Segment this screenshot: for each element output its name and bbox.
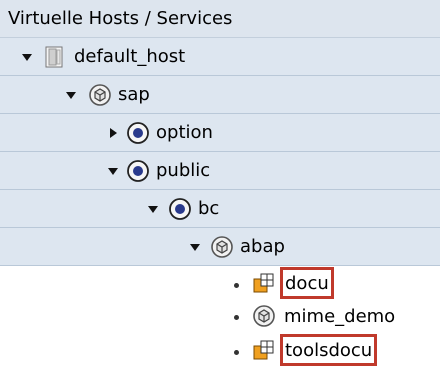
tree-node-mime-demo[interactable]: mime_demo [0,300,440,333]
tree-node-label: abap [240,236,285,257]
service-node-icon [211,236,233,258]
active-service-icon [127,160,149,182]
collapse-arrow-icon[interactable] [110,128,117,138]
leaf-bullet-icon [234,315,239,320]
expand-arrow-icon[interactable] [66,92,76,99]
tree-node-bc[interactable]: bc [0,190,440,228]
tree-node-public[interactable]: public [0,152,440,190]
tree-node-sap[interactable]: sap [0,76,440,114]
tree-node-label: mime_demo [284,306,396,327]
tree-node-label: option [156,122,213,143]
tree-node-label: bc [198,198,220,219]
tree-node-label: sap [118,84,150,105]
tree-header: Virtuelle Hosts / Services [0,0,440,38]
service-handler-icon [253,340,274,360]
tree-node-label: default_host [74,46,186,67]
service-tree: Virtuelle Hosts / Services default_host … [0,0,440,367]
leaf-bullet-icon [234,350,239,355]
tree-node-label: public [156,160,211,181]
tree-node-label-highlighted: toolsdocu [280,334,378,366]
expand-arrow-icon[interactable] [148,206,158,213]
server-host-icon [45,46,63,68]
tree-node-option[interactable]: option [0,114,440,152]
tree-node-abap[interactable]: abap [0,228,440,266]
leaf-bullet-icon [234,283,239,288]
tree-node-default-host[interactable]: default_host [0,38,440,76]
expand-arrow-icon[interactable] [190,244,200,251]
tree-header-title: Virtuelle Hosts / Services [8,8,233,29]
active-service-icon [127,122,149,144]
service-node-icon [253,305,275,327]
active-service-icon [169,198,191,220]
tree-node-docu[interactable]: docu [0,266,440,300]
service-handler-icon [253,273,274,293]
expand-arrow-icon[interactable] [108,168,118,175]
tree-node-label-highlighted: docu [280,267,334,299]
tree-node-toolsdocu[interactable]: toolsdocu [0,333,440,367]
expand-arrow-icon[interactable] [22,54,32,61]
service-node-icon [89,84,111,106]
